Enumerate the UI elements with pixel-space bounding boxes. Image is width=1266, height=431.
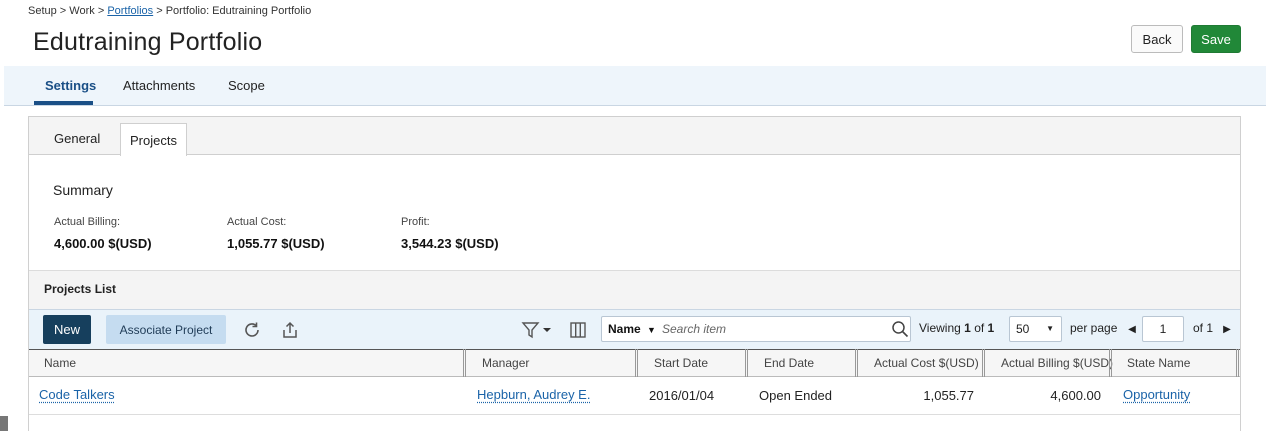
- next-page-icon[interactable]: ▶: [1222, 321, 1232, 337]
- start-date-cell: 2016/01/04: [649, 388, 715, 403]
- breadcrumb: Setup > Work > Portfolios > Portfolio: E…: [28, 5, 311, 17]
- tab-attachments[interactable]: Attachments: [123, 78, 195, 93]
- chevron-down-icon: ▼: [647, 325, 656, 335]
- column-resize-handle[interactable]: [982, 349, 985, 377]
- column-resize-handle[interactable]: [745, 349, 748, 377]
- column-header-name[interactable]: Name: [44, 356, 76, 370]
- project-name-link[interactable]: Code Talkers: [39, 387, 115, 402]
- subtab-general[interactable]: General: [54, 131, 100, 146]
- page-title: Edutraining Portfolio: [33, 28, 263, 56]
- column-resize-handle[interactable]: [635, 349, 638, 377]
- save-button[interactable]: Save: [1191, 25, 1241, 53]
- subtab-bar: [28, 116, 1241, 155]
- refresh-icon[interactable]: [241, 319, 263, 341]
- column-header-manager[interactable]: Manager: [482, 356, 529, 370]
- viewing-count: Viewing 1 of 1: [919, 321, 994, 335]
- tab-settings[interactable]: Settings: [45, 78, 96, 93]
- tab-scope[interactable]: Scope: [228, 78, 265, 93]
- viewing-total: 1: [987, 321, 995, 335]
- column-header-end-date[interactable]: End Date: [764, 356, 814, 370]
- column-header-state-name[interactable]: State Name: [1127, 356, 1190, 370]
- subtab-projects[interactable]: Projects: [120, 123, 187, 156]
- search-input[interactable]: [662, 319, 882, 339]
- breadcrumb-setup: Setup: [28, 5, 57, 17]
- previous-page-icon[interactable]: ◀: [1127, 321, 1137, 337]
- search-icon[interactable]: [889, 318, 911, 340]
- breadcrumb-separator: >: [56, 5, 70, 17]
- column-resize-handle[interactable]: [1109, 349, 1112, 377]
- columns-icon[interactable]: [567, 319, 589, 341]
- viewing-current: 1: [964, 321, 971, 335]
- column-header-start-date[interactable]: Start Date: [654, 356, 708, 370]
- breadcrumb-portfolios-link[interactable]: Portfolios: [107, 5, 153, 17]
- state-name-link[interactable]: Opportunity: [1123, 387, 1190, 402]
- page-number-input[interactable]: [1142, 316, 1184, 342]
- new-button[interactable]: New: [43, 315, 91, 344]
- breadcrumb-work: Work: [69, 5, 95, 17]
- end-date-cell: Open Ended: [759, 388, 833, 403]
- breadcrumb-separator: >: [94, 5, 108, 17]
- manager-link[interactable]: Hepburn, Audrey E.: [477, 387, 590, 402]
- projects-list-header: [29, 270, 1240, 309]
- chevron-down-icon: ▼: [1046, 324, 1054, 333]
- column-header-actual-cost[interactable]: Actual Cost $(USD): [874, 356, 979, 370]
- active-tab-indicator: [34, 101, 93, 105]
- column-resize-handle[interactable]: [463, 349, 466, 377]
- summary-title: Summary: [53, 182, 113, 198]
- actual-cost-value: 1,055.77 $(USD): [227, 236, 325, 251]
- back-button[interactable]: Back: [1131, 25, 1183, 53]
- per-page-select[interactable]: 50 ▼: [1009, 316, 1062, 342]
- per-page-value: 50: [1016, 322, 1030, 336]
- export-icon[interactable]: [279, 319, 301, 341]
- column-resize-handle[interactable]: [855, 349, 858, 377]
- actual-billing-value: 4,600.00 $(USD): [54, 236, 152, 251]
- projects-list-title: Projects List: [44, 282, 117, 296]
- breadcrumb-separator: >: [153, 5, 166, 17]
- total-pages: of 1: [1193, 321, 1214, 335]
- search-field-dropdown[interactable]: Name ▼: [608, 322, 656, 336]
- actual-billing-cell: 4,600.00: [1050, 388, 1101, 403]
- actual-cost-label: Actual Cost:: [227, 216, 287, 228]
- viewing-label: Viewing: [919, 321, 961, 335]
- breadcrumb-current: Portfolio: Edutraining Portfolio: [165, 5, 312, 17]
- viewing-of-label: of: [974, 321, 985, 335]
- profit-value: 3,544.23 $(USD): [401, 236, 499, 251]
- actual-cost-cell: 1,055.77: [923, 388, 974, 403]
- column-header-actual-billing[interactable]: Actual Billing $(USD): [1001, 356, 1113, 370]
- per-page-label: per page: [1070, 321, 1118, 335]
- profit-label: Profit:: [401, 216, 430, 228]
- filter-icon[interactable]: [521, 319, 553, 341]
- column-resize-handle[interactable]: [1236, 349, 1239, 377]
- associate-project-button[interactable]: Associate Project: [106, 315, 226, 344]
- scroll-marker: [0, 416, 8, 431]
- search-field-label: Name: [608, 322, 641, 336]
- page: Setup > Work > Portfolios > Portfolio: E…: [0, 0, 1266, 431]
- actual-billing-label: Actual Billing:: [54, 216, 121, 228]
